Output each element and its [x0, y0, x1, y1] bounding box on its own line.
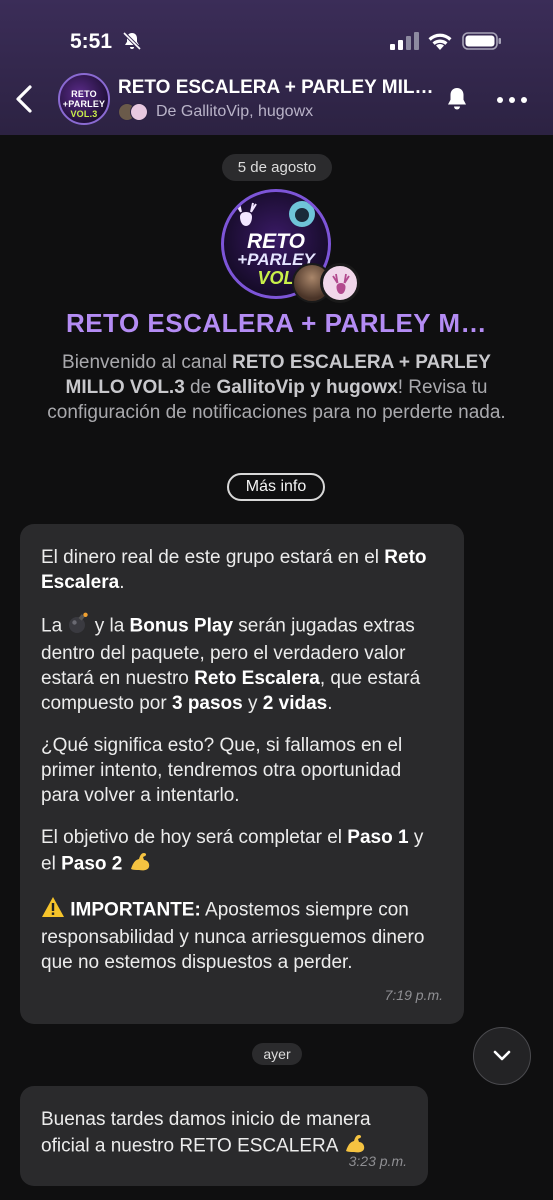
bomb-emoji — [67, 612, 89, 641]
warning-emoji — [41, 896, 65, 925]
message-bubble[interactable]: El dinero real de este grupo estará en e… — [20, 524, 464, 1024]
flexed-biceps-emoji — [128, 850, 152, 879]
welcome-message: Bienvenido al canal RETO ESCALERA + PARL… — [47, 352, 506, 423]
scroll-to-bottom-button[interactable] — [473, 1027, 531, 1085]
back-button[interactable] — [10, 82, 40, 116]
message-paragraph: El objetivo de hoy será completar el Pas… — [41, 825, 443, 879]
bell-slash-icon — [122, 31, 142, 51]
message-timestamp: 3:23 p.m. — [348, 1153, 407, 1169]
deer-icon — [235, 202, 257, 226]
more-horizontal-icon[interactable] — [496, 96, 528, 104]
channel-avatar-art: RETO +PARLEY VOL.3 — [62, 89, 106, 119]
wifi-icon — [428, 33, 452, 50]
channel-name-heading: RETO ESCALERA + PARLEY M… — [65, 308, 488, 338]
message-timestamp: 7:19 p.m. — [384, 987, 443, 1003]
message-paragraph: IMPORTANTE: Apostemos siempre con respon… — [41, 896, 443, 975]
channel-header: 5:51 RETO +PARLEY VOL.3 RETO ESCALERA + … — [0, 0, 553, 135]
message-paragraph: ¿Qué significa esto? Que, si fallamos en… — [41, 735, 403, 806]
channel-title[interactable]: RETO ESCALERA + PARLEY MIL… — [118, 77, 438, 99]
more-info-button[interactable]: Más info — [227, 473, 325, 501]
bell-icon[interactable] — [445, 86, 469, 112]
owner-avatar[interactable] — [320, 263, 360, 303]
chevron-down-icon — [493, 1050, 511, 1061]
date-separator: 5 de agosto — [222, 154, 332, 181]
battery-icon — [462, 32, 501, 50]
owner-avatar — [130, 103, 148, 121]
message-paragraph: El dinero real de este grupo estará en e… — [41, 547, 427, 593]
cellular-signal-icon — [390, 32, 419, 50]
message-paragraph: La y la Bonus Play serán jugadas extras … — [41, 612, 443, 716]
channel-subtitle: De GallitoVip, hugowx — [156, 103, 314, 120]
message-bubble[interactable]: Buenas tardes damos inicio de manera ofi… — [20, 1086, 428, 1186]
date-separator: ayer — [252, 1043, 302, 1065]
channel-avatar[interactable]: RETO +PARLEY VOL.3 — [58, 73, 110, 125]
status-bar: 5:51 — [0, 0, 553, 70]
channel-owners[interactable]: De GallitoVip, hugowx — [118, 102, 438, 124]
deer-icon — [332, 273, 350, 294]
status-time: 5:51 — [70, 30, 113, 53]
lion-icon — [289, 201, 315, 227]
